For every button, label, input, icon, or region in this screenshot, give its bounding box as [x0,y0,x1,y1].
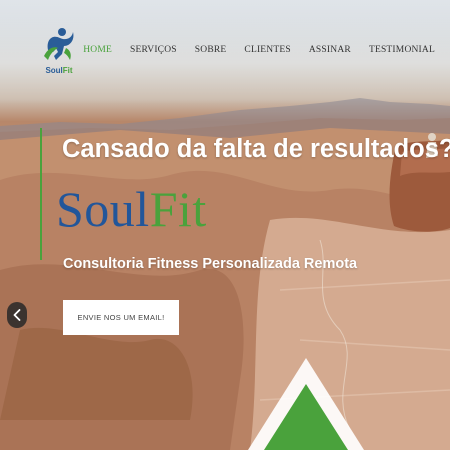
nav-item-sobre[interactable]: SOBRE [186,45,236,55]
chevron-left-icon [13,309,21,321]
email-cta-button[interactable]: ENVIE NOS UM EMAIL! [63,300,179,335]
athlete-logo-icon [44,28,74,60]
accent-line [40,128,42,260]
nav-item-testimonial[interactable]: TESTIMONIAL [360,45,444,55]
main-nav: HOME SERVIÇOS SOBRE CLIENTES ASSINAR TES… [74,45,444,55]
decorative-triangle [248,358,364,450]
desert-terrain [0,128,450,450]
slider-prev-button[interactable] [7,302,27,328]
hero-headline: Cansado da falta de resultados? [62,135,450,163]
nav-item-assinar[interactable]: ASSINAR [300,45,360,55]
nav-item-home[interactable]: HOME [74,45,121,55]
hero-brand-title: SoulFit [56,180,207,238]
nav-item-servicos[interactable]: SERVIÇOS [121,45,186,55]
brand-soul-text: Soul [56,181,150,237]
nav-item-clientes[interactable]: CLIENTES [235,45,299,55]
logo-wordmark: SoulFit [38,66,80,75]
logo-text-fit: Fit [62,66,73,75]
logo-text-soul: Soul [45,66,63,75]
brand-fit-text: Fit [149,181,207,237]
hero-subtitle: Consultoria Fitness Personalizada Remota [63,256,358,272]
